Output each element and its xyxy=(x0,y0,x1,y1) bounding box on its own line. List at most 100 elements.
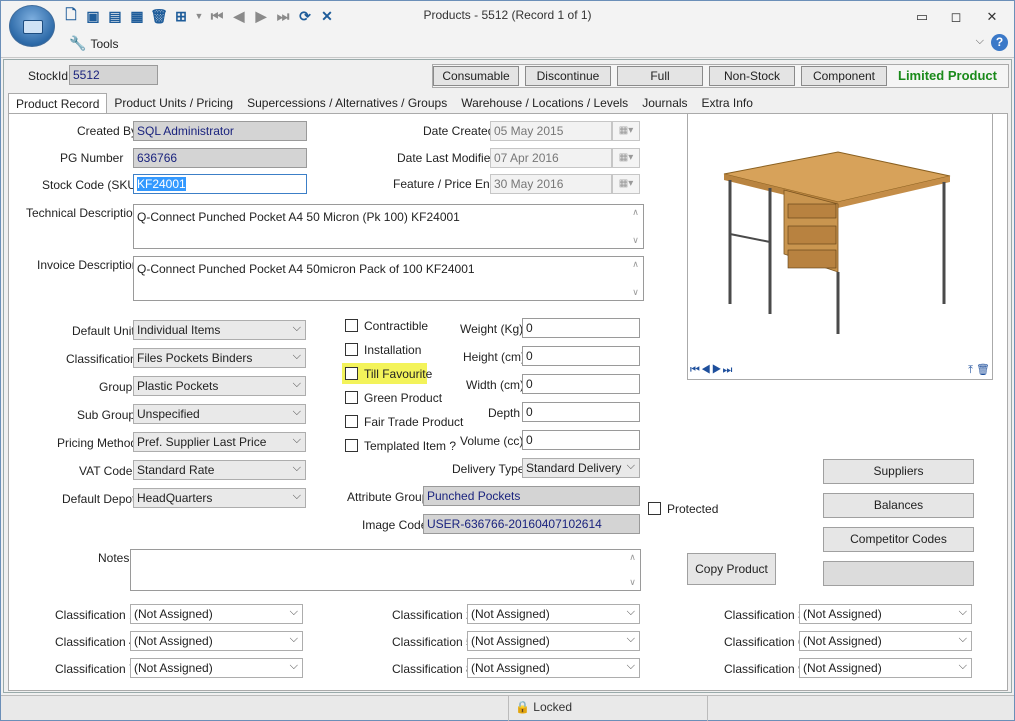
depth-input[interactable]: 0 xyxy=(522,402,640,422)
copy-product-button[interactable]: Copy Product xyxy=(687,553,776,585)
classification-select[interactable]: Files Pockets Binders ⌵ xyxy=(133,348,306,368)
help-icon[interactable]: ? xyxy=(991,34,1008,51)
new-record-icon[interactable]: 🗋 xyxy=(63,6,79,24)
invoice-desc-input[interactable]: Q-Connect Punched Pocket A4 50micron Pac… xyxy=(133,256,644,301)
classification-6-value: (Not Assigned) xyxy=(803,634,882,648)
app-menu-button[interactable] xyxy=(9,5,55,47)
tab-product-record[interactable]: Product Record xyxy=(8,93,108,114)
minimize-icon[interactable]: ▭ xyxy=(913,9,931,25)
save-close-icon[interactable]: ▦ xyxy=(129,8,145,24)
product-image-panel: ⏮◀▶⏭ ⤒ 🗑 xyxy=(687,113,993,380)
weight-input[interactable]: 0 xyxy=(522,318,640,338)
delete-icon[interactable]: 🗑 xyxy=(150,8,168,24)
classification-9-select[interactable]: (Not Assigned) ⌵ xyxy=(799,658,972,678)
tools-menu[interactable]: 🔧 Tools xyxy=(69,35,118,52)
component-button[interactable]: Component xyxy=(801,66,887,86)
first-image-icon[interactable]: ⏮ xyxy=(690,364,701,376)
last-image-icon[interactable]: ⏭ xyxy=(723,364,734,376)
vat-code-select[interactable]: Standard Rate ⌵ xyxy=(133,460,306,480)
green-product-checkbox[interactable] xyxy=(345,391,358,404)
classification-8-value: (Not Assigned) xyxy=(471,661,550,675)
sub-group-select[interactable]: Unspecified ⌵ xyxy=(133,404,306,424)
contractible-checkbox[interactable] xyxy=(345,319,358,332)
add-icon[interactable]: ⊞ xyxy=(173,8,189,24)
classification-4-select[interactable]: (Not Assigned) ⌵ xyxy=(130,631,303,651)
non-stock-button[interactable]: Non-Stock xyxy=(709,66,795,86)
stock-id-field[interactable]: 5512 xyxy=(69,65,158,85)
scrollbar[interactable]: ∧ ∨ xyxy=(629,206,642,247)
classification-8-select[interactable]: (Not Assigned) ⌵ xyxy=(467,658,640,678)
refresh-icon[interactable]: ⟳ xyxy=(297,8,313,24)
created-by-field: SQL Administrator xyxy=(133,121,307,141)
cancel-icon[interactable]: ✕ xyxy=(319,8,335,24)
installation-checkbox[interactable] xyxy=(345,343,358,356)
fair-trade-checkbox[interactable] xyxy=(345,415,358,428)
classification-value: Files Pockets Binders xyxy=(137,351,253,365)
tech-desc-input[interactable]: Q-Connect Punched Pocket A4 50 Micron (P… xyxy=(133,204,644,249)
till-favourite-checkbox[interactable] xyxy=(345,367,358,380)
trash-icon[interactable]: 🗑 xyxy=(976,364,990,376)
tab-journals[interactable]: Journals xyxy=(635,93,694,113)
dropdown-icon[interactable]: ▼ xyxy=(195,8,204,24)
quick-toolbar: 🗋 ▣ ▤ ▦ 🗑 ⊞ ▼ ⏮ ◀ ▶ ⏭ ⟳ ✕ xyxy=(63,6,335,25)
volume-input[interactable]: 0 xyxy=(522,430,640,450)
prev-image-icon[interactable]: ◀ xyxy=(701,364,712,376)
protected-checkbox[interactable] xyxy=(648,502,661,515)
balances-button[interactable]: Balances xyxy=(823,493,974,518)
next-image-icon[interactable]: ▶ xyxy=(712,364,723,376)
classification-6-label: Classification 6 xyxy=(724,635,805,649)
restore-icon[interactable]: ◻ xyxy=(947,9,965,25)
classification-4-label: Classification 4 xyxy=(55,635,136,649)
tab-warehouse[interactable]: Warehouse / Locations / Levels xyxy=(454,93,635,113)
calendar-icon: ▦▾ xyxy=(612,174,640,194)
classification-1-select[interactable]: (Not Assigned) ⌵ xyxy=(130,604,303,624)
chevron-down-icon: ⌵ xyxy=(626,606,635,618)
width-input[interactable]: 0 xyxy=(522,374,640,394)
invoice-desc-value: Q-Connect Punched Pocket A4 50micron Pac… xyxy=(137,262,475,276)
first-record-icon[interactable]: ⏮ xyxy=(209,8,225,24)
upload-icon[interactable]: ⤒ xyxy=(968,364,973,376)
chevron-down-icon: ⌵ xyxy=(292,322,301,334)
sku-input[interactable]: KF24001 xyxy=(133,174,307,194)
suppliers-button[interactable]: Suppliers xyxy=(823,459,974,484)
classification-2-select[interactable]: (Not Assigned) ⌵ xyxy=(467,604,640,624)
vat-code-value: Standard Rate xyxy=(137,463,215,477)
full-button[interactable]: Full xyxy=(617,66,703,86)
group-select[interactable]: Plastic Pockets ⌵ xyxy=(133,376,306,396)
classification-5-select[interactable]: (Not Assigned) ⌵ xyxy=(467,631,640,651)
delivery-type-select[interactable]: Standard Delivery ⌵ xyxy=(522,458,640,478)
tab-product-units[interactable]: Product Units / Pricing xyxy=(107,93,240,113)
wrench-icon: 🔧 xyxy=(69,35,87,51)
scrollbar[interactable]: ∧ ∨ xyxy=(626,551,639,589)
fair-trade-label: Fair Trade Product xyxy=(364,415,464,429)
next-record-icon[interactable]: ▶ xyxy=(253,8,269,24)
chevron-down-icon[interactable]: ⌵ xyxy=(976,35,984,48)
default-unit-select[interactable]: Individual Items ⌵ xyxy=(133,320,306,340)
classification-3-select[interactable]: (Not Assigned) ⌵ xyxy=(799,604,972,624)
prev-record-icon[interactable]: ◀ xyxy=(231,8,247,24)
chevron-down-icon: ⌵ xyxy=(292,406,301,418)
save-as-icon[interactable]: ▤ xyxy=(107,8,123,24)
classification-1-value: (Not Assigned) xyxy=(134,607,213,621)
height-input[interactable]: 0 xyxy=(522,346,640,366)
blank-button[interactable] xyxy=(823,561,974,586)
pricing-method-select[interactable]: Pref. Supplier Last Price ⌵ xyxy=(133,432,306,452)
consumable-button[interactable]: Consumable xyxy=(433,66,519,86)
classification-4-value: (Not Assigned) xyxy=(134,634,213,648)
scrollbar[interactable]: ∧ ∨ xyxy=(629,258,642,299)
chevron-down-icon: ⌵ xyxy=(292,350,301,362)
discontinue-button[interactable]: Discontinue xyxy=(525,66,611,86)
attribute-group-label: Attribute Group xyxy=(347,490,429,504)
classification-6-select[interactable]: (Not Assigned) ⌵ xyxy=(799,631,972,651)
tab-supercessions[interactable]: Supercessions / Alternatives / Groups xyxy=(240,93,454,113)
notes-input[interactable]: ∧ ∨ xyxy=(130,549,641,591)
default-depot-select[interactable]: HeadQuarters ⌵ xyxy=(133,488,306,508)
last-record-icon[interactable]: ⏭ xyxy=(275,8,291,24)
calendar-icon: ▦▾ xyxy=(612,148,640,168)
tab-extra-info[interactable]: Extra Info xyxy=(695,93,760,113)
close-icon[interactable]: ✕ xyxy=(983,9,1001,25)
classification-7-select[interactable]: (Not Assigned) ⌵ xyxy=(130,658,303,678)
save-icon[interactable]: ▣ xyxy=(85,8,101,24)
templated-checkbox[interactable] xyxy=(345,439,358,452)
competitor-codes-button[interactable]: Competitor Codes xyxy=(823,527,974,552)
